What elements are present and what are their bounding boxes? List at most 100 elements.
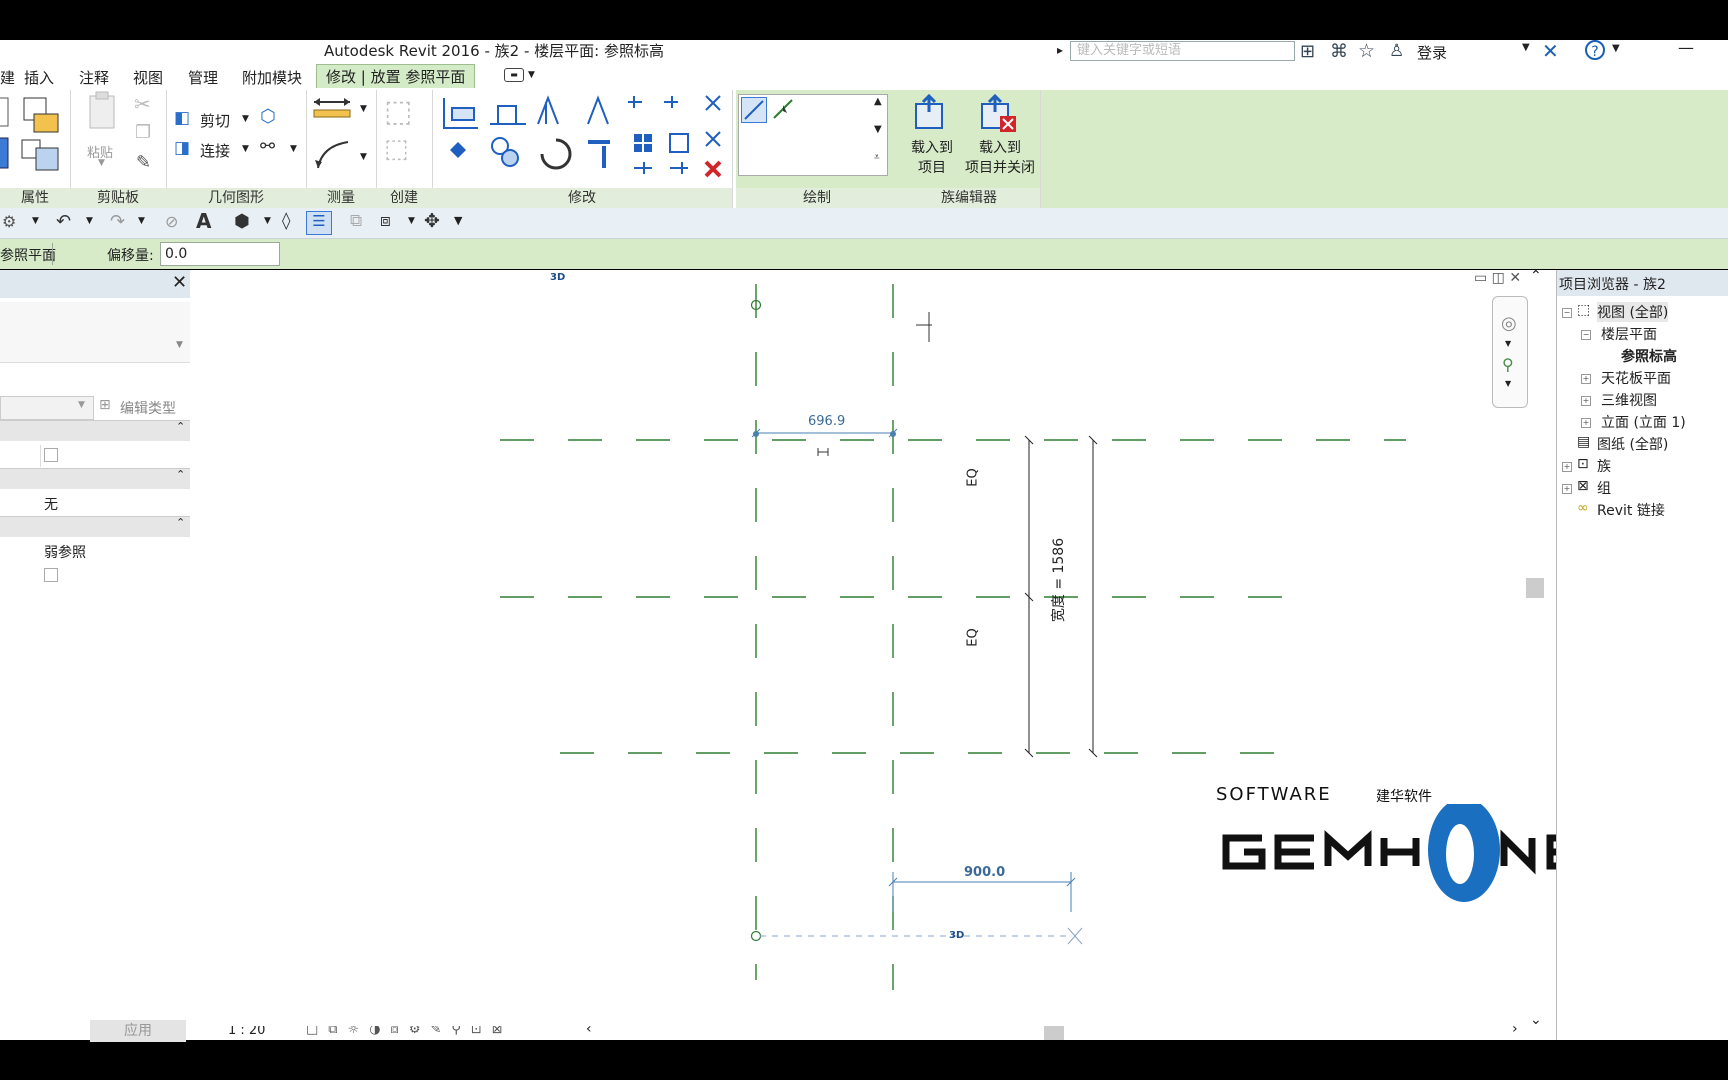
3d-view-icon[interactable]: ⬢ (234, 211, 250, 232)
zoom-dropdown-icon[interactable]: ▼ (1505, 379, 1511, 388)
tab-manage[interactable]: 管理 (188, 67, 218, 88)
tab-annotate[interactable]: 注释 (79, 67, 109, 88)
collapse-icon[interactable]: ⌃ (176, 420, 185, 433)
panel-toggle-icon[interactable]: ▬ (504, 68, 524, 82)
eq-label-bottom[interactable]: EQ (966, 628, 981, 646)
tree-item-views-all[interactable]: 视图 (全部) (1597, 302, 1669, 322)
gallery-up-icon[interactable]: ▲ (874, 96, 882, 107)
apply-button[interactable]: 应用 (90, 1020, 186, 1042)
help-icon[interactable]: ? (1585, 40, 1605, 60)
tree-item-elevations[interactable]: 立面 (立面 1) (1601, 412, 1686, 432)
gallery-more-icon[interactable]: ⩡ (874, 152, 880, 163)
load-and-close-button[interactable]: 载入到 项目并关闭 (958, 138, 1042, 178)
aligned-dimension-icon[interactable] (314, 138, 354, 170)
tree-item-sheets[interactable]: 图纸 (全部) (1597, 434, 1668, 454)
type-selector[interactable] (0, 302, 190, 363)
favorites-star-icon[interactable]: ☆ (1358, 40, 1375, 62)
join-geometry-icon[interactable]: ◨ (174, 138, 190, 158)
cut-dropdown-icon[interactable]: ▼ (242, 114, 249, 124)
collapse-icon[interactable]: − (1581, 330, 1591, 340)
pick-lines-icon[interactable] (771, 97, 795, 125)
switch-dropdown-icon[interactable]: ▼ (408, 216, 415, 226)
binoculars-icon[interactable]: ⊞ (1300, 41, 1315, 62)
redo-icon[interactable]: ↷ (110, 211, 125, 232)
dimension-dropdown-icon[interactable]: ▼ (360, 152, 367, 162)
exchange-x-icon[interactable]: ✕ (1542, 39, 1559, 63)
expand-icon[interactable]: + (1562, 462, 1572, 472)
search-input[interactable]: 键入关键字或短语 (1070, 41, 1295, 61)
expand-icon[interactable]: + (1581, 374, 1591, 384)
wall-joins-icon[interactable]: ⬡ (260, 106, 276, 127)
tree-item-revit-links[interactable]: Revit 链接 (1597, 500, 1665, 520)
prop-value-none[interactable]: 无 (44, 494, 58, 514)
measure-qat-icon[interactable]: ⊘ (165, 212, 178, 231)
split-face-icon[interactable]: ⚯ (260, 136, 275, 157)
thin-lines-icon[interactable]: ☰ (306, 211, 332, 235)
create-similar-icon[interactable]: ⬚ (384, 94, 412, 129)
cut-scissors-icon[interactable]: ✂ (134, 92, 151, 116)
load-into-project-icon[interactable] (912, 94, 948, 130)
minimize-button[interactable]: — (1678, 38, 1694, 57)
gallery-down-icon[interactable]: ▼ (874, 124, 882, 135)
tree-item-floor-plans[interactable]: 楼层平面 (1601, 324, 1657, 344)
measure-dropdown-icon[interactable]: ▼ (360, 104, 367, 114)
prop-group-header-1[interactable] (0, 420, 190, 441)
login-dropdown-icon[interactable]: ▼ (1522, 42, 1530, 53)
collapse-icon[interactable]: − (1562, 308, 1572, 318)
tab-modify-place-ref-plane[interactable]: 修改 | 放置 参照平面 (316, 64, 476, 88)
move-pan-icon[interactable]: ✥ (424, 210, 440, 232)
zoom-region-icon[interactable]: ⚲ (1502, 355, 1514, 374)
properties-icon[interactable] (0, 94, 68, 174)
redo-dropdown-icon[interactable]: ▼ (138, 216, 145, 226)
text-icon[interactable]: A (196, 209, 211, 233)
horizontal-scroll-thumb[interactable] (1044, 1026, 1064, 1040)
view-control-icons[interactable]: □⧉☼◑⧈⚙✎⚲⊡⊠ (306, 1026, 513, 1037)
tab-addins[interactable]: 附加模块 (242, 67, 302, 88)
eq-label-top[interactable]: EQ (966, 468, 981, 486)
cut-geometry-icon[interactable]: ◧ (174, 108, 190, 128)
section-icon[interactable]: ◊ (282, 211, 290, 231)
expand-icon[interactable]: + (1581, 418, 1591, 428)
paste-icon[interactable] (84, 90, 124, 142)
cut-geometry-button[interactable]: 剪切 (200, 110, 230, 131)
dim-bottom-value[interactable]: 900.0 (964, 865, 1005, 880)
view-window-controls-icon[interactable]: ▭ ◫ ✕ (1474, 270, 1521, 286)
scroll-right-icon[interactable]: › (1512, 1026, 1518, 1037)
3d-dropdown-icon[interactable]: ▼ (264, 216, 271, 226)
close-hidden-icon[interactable]: ⧉ (350, 211, 362, 231)
edit-type-icon[interactable]: ⊞ (99, 397, 111, 413)
tab-insert[interactable]: 插入 (24, 67, 54, 88)
steering-wheel-icon[interactable]: ◎ (1501, 313, 1517, 334)
tab-view[interactable]: 视图 (133, 67, 163, 88)
switch-windows-icon[interactable]: ⧈ (380, 211, 391, 231)
join-dropdown-icon[interactable]: ▼ (242, 144, 249, 154)
scroll-up-icon[interactable]: ⌃ (1530, 268, 1542, 284)
split-dropdown-icon[interactable]: ▼ (290, 144, 297, 154)
communication-icon[interactable]: ⌘ (1330, 41, 1348, 62)
dim-top-value[interactable]: 696.9 (808, 414, 845, 429)
edit-type-button[interactable]: 编辑类型 (120, 398, 176, 418)
panel-toggle-dropdown-icon[interactable]: ▼ (528, 70, 535, 80)
collapse-icon[interactable]: ⌃ (176, 468, 185, 481)
user-icon[interactable]: ♙ (1389, 41, 1404, 61)
tree-item-ceiling-plans[interactable]: 天花板平面 (1601, 368, 1671, 388)
prop-group-header-3[interactable] (0, 516, 190, 537)
help-dropdown-icon[interactable]: ▼ (1612, 43, 1620, 54)
collapse-icon[interactable]: ⌃ (176, 516, 185, 529)
undo-dropdown-icon[interactable]: ▼ (86, 216, 93, 226)
scroll-left-icon[interactable]: ‹ (586, 1026, 592, 1037)
sync-icon[interactable]: ⚙ (2, 212, 16, 231)
match-properties-icon[interactable]: ✎ (136, 152, 151, 173)
customize-qat-icon[interactable]: ▼ (454, 214, 462, 227)
tree-item-groups[interactable]: 组 (1597, 478, 1611, 498)
checkbox[interactable] (44, 448, 58, 462)
expand-icon[interactable]: + (1581, 396, 1591, 406)
wheel-dropdown-icon[interactable]: ▼ (1505, 339, 1511, 348)
measure-between-icon[interactable] (312, 96, 352, 120)
login-button[interactable]: 登录 (1417, 42, 1447, 63)
load-into-project-button[interactable]: 载入到 项目 (902, 138, 962, 178)
prop-value-weak-ref[interactable]: 弱参照 (44, 542, 86, 562)
copy-icon[interactable]: ❐ (135, 122, 151, 143)
drawing-canvas[interactable]: 3D 696.9 EQ EQ 宽度 = 1586 900.0 3D ▭ ◫ ✕ … (196, 268, 1556, 1040)
tree-item-3d-views[interactable]: 三维视图 (1601, 390, 1657, 410)
